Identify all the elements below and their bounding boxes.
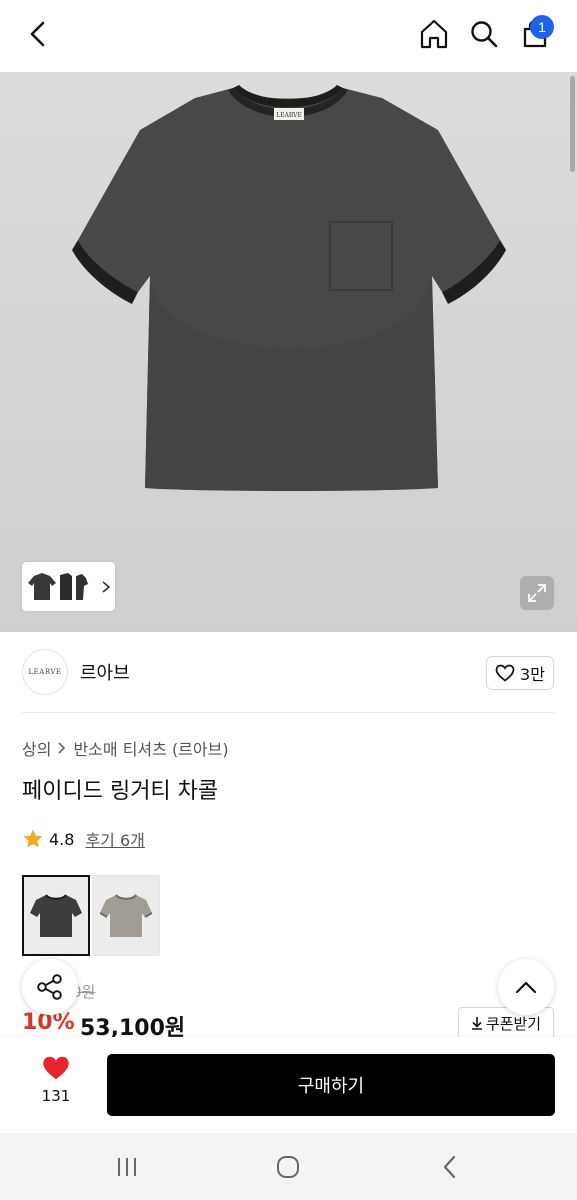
product-title: 페이디드 링거티 차콜 xyxy=(22,779,219,804)
star-icon xyxy=(23,829,43,848)
chevron-up-icon xyxy=(515,981,537,994)
wishlist-count: 131 xyxy=(41,1087,71,1105)
chevron-right-icon xyxy=(102,580,111,593)
top-bar: 1 xyxy=(0,0,577,72)
swatch-image xyxy=(30,893,82,937)
expand-icon[interactable] xyxy=(520,576,554,610)
share-icon[interactable] xyxy=(22,959,78,1015)
purchase-bar: 131 구매하기 xyxy=(0,1037,577,1133)
home-circle-icon[interactable] xyxy=(268,1151,308,1183)
breadcrumb-item-subcategory[interactable]: 반소매 티셔츠 (르아브) xyxy=(73,736,228,760)
system-navigation-bar xyxy=(0,1133,577,1200)
swatch-image xyxy=(100,893,152,937)
color-swatch-beige[interactable] xyxy=(92,875,160,956)
wishlist-button[interactable]: 131 xyxy=(30,1055,82,1105)
heart-outline-icon xyxy=(495,664,515,682)
search-icon[interactable] xyxy=(464,14,504,54)
product-image: LEARVE xyxy=(72,85,506,491)
brand-name[interactable]: 르아브 xyxy=(80,659,130,685)
chevron-left-icon[interactable] xyxy=(18,14,58,54)
brand-like-button[interactable]: 3만 xyxy=(486,656,554,690)
buy-button[interactable]: 구매하기 xyxy=(107,1054,555,1116)
product-image-area[interactable]: LEARVE xyxy=(0,72,577,632)
brand-like-count: 3만 xyxy=(520,665,545,684)
brand-logo[interactable]: LEARVE xyxy=(22,649,68,695)
download-icon xyxy=(471,1017,482,1030)
thumbnail-images xyxy=(28,572,88,600)
rating-row: 4.8 후기 6개 xyxy=(22,827,145,851)
brand-row: LEARVE 르아브 3만 xyxy=(0,632,577,712)
back-icon[interactable] xyxy=(430,1151,470,1183)
scroll-to-top-button[interactable] xyxy=(498,959,554,1015)
color-swatch-charcoal[interactable] xyxy=(22,875,90,956)
rating-value: 4.8 xyxy=(49,829,75,849)
neck-tag-text: LEARVE xyxy=(276,112,302,119)
breadcrumb-item-category[interactable]: 상의 xyxy=(22,736,51,760)
coupon-button[interactable]: 쿠폰받기 xyxy=(458,1007,554,1039)
recent-apps-icon[interactable] xyxy=(107,1151,147,1183)
breadcrumb: 상의 반소매 티셔츠 (르아브) xyxy=(22,736,229,760)
thumbnail-strip[interactable] xyxy=(22,562,115,611)
heart-filled-icon xyxy=(43,1056,69,1080)
reviews-link[interactable]: 후기 6개 xyxy=(85,827,144,851)
divider xyxy=(22,712,555,713)
cart-count-badge: 1 xyxy=(530,15,554,39)
coupon-label: 쿠폰받기 xyxy=(485,1014,542,1033)
home-icon[interactable] xyxy=(414,14,454,54)
chevron-right-icon xyxy=(58,742,66,754)
brand-logo-text: LEARVE xyxy=(28,668,62,676)
